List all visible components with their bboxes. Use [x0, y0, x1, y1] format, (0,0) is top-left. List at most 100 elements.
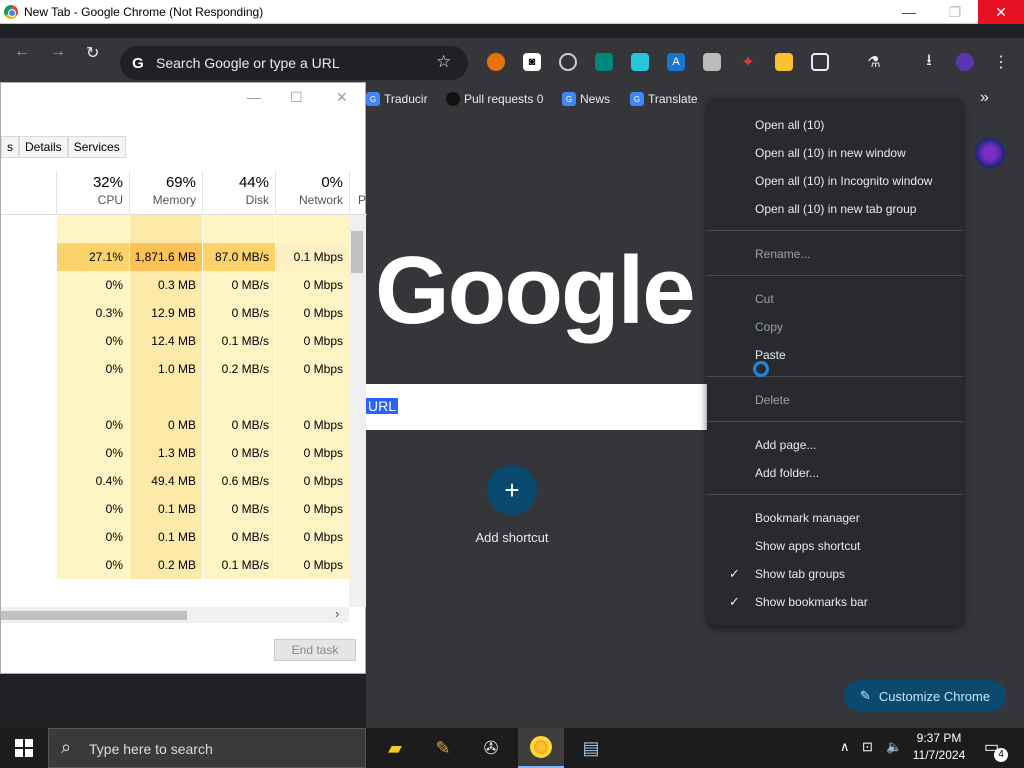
menu-show-tab-groups[interactable]: Show tab groups: [755, 567, 845, 581]
extension-icon[interactable]: [631, 53, 649, 71]
vertical-scrollbar[interactable]: [349, 215, 366, 607]
column-network[interactable]: 0% Network: [275, 171, 349, 215]
labs-flask-icon[interactable]: ⚗: [865, 53, 883, 71]
file-explorer-icon[interactable]: ▰: [372, 728, 418, 768]
menu-add-page[interactable]: Add page...: [755, 438, 816, 452]
menu-open-all[interactable]: Open all (10): [755, 118, 824, 132]
horizontal-scroll-thumb[interactable]: [1, 611, 187, 620]
bookmark-item[interactable]: Pull requests 0: [446, 92, 543, 106]
column-memory[interactable]: 69% Memory: [129, 171, 202, 215]
extension-icon[interactable]: ✦: [739, 53, 757, 71]
table-row[interactable]: 0% 0.2 MB 0.1 MB/s 0 Mbps: [1, 551, 349, 579]
volume-icon[interactable]: 🔈: [886, 739, 902, 755]
extension-icon[interactable]: A: [667, 53, 685, 71]
extensions-puzzle-icon[interactable]: [811, 53, 829, 71]
table-row[interactable]: 0.3% 12.9 MB 0 MB/s 0 Mbps: [1, 299, 349, 327]
table-row[interactable]: 0% 12.4 MB 0.1 MB/s 0 Mbps: [1, 327, 349, 355]
minimize-button[interactable]: —: [886, 0, 932, 24]
profile-avatar[interactable]: [975, 138, 1005, 168]
menu-open-all-tab-group[interactable]: Open all (10) in new tab group: [755, 202, 916, 216]
omnibox[interactable]: G Search Google or type a URL ☆: [120, 46, 468, 80]
menu-delete[interactable]: Delete: [755, 393, 790, 407]
extension-icon[interactable]: [487, 53, 505, 71]
profile-avatar[interactable]: [956, 53, 974, 71]
task-manager-taskbar-icon[interactable]: ▤: [568, 728, 614, 768]
menu-add-folder[interactable]: Add folder...: [755, 466, 819, 480]
tray-chevron-icon[interactable]: ∧: [840, 739, 850, 755]
extension-icon[interactable]: [703, 53, 721, 71]
cell-disk: 0 MB/s: [202, 523, 275, 551]
column-power[interactable]: P: [349, 171, 367, 215]
google-logo: Google: [375, 237, 696, 344]
menu-paste[interactable]: Paste: [755, 348, 786, 362]
menu-cut[interactable]: Cut: [755, 292, 774, 306]
bookmark-item[interactable]: G Traducir: [366, 92, 428, 106]
tm-close-button[interactable]: ✕: [336, 89, 348, 106]
taskbar-search[interactable]: ⌕ Type here to search: [48, 728, 366, 768]
bookmarks-overflow-button[interactable]: »: [980, 89, 989, 107]
menu-open-all-new-window[interactable]: Open all (10) in new window: [755, 146, 906, 160]
bookmark-label: Pull requests 0: [464, 92, 544, 106]
cell-disk: [202, 383, 275, 411]
clock[interactable]: 9:37 PM 11/7/2024: [908, 731, 970, 762]
vertical-scroll-thumb[interactable]: [351, 231, 363, 273]
tm-column-header: 32% CPU 69% Memory 44% Disk 0% Network P: [1, 171, 367, 215]
cell-network: [275, 215, 349, 243]
table-row[interactable]: 0% 0.1 MB 0 MB/s 0 Mbps: [1, 523, 349, 551]
network-icon[interactable]: ⊡: [862, 739, 873, 755]
chrome-taskbar-icon[interactable]: [518, 728, 564, 768]
back-button[interactable]: ←: [14, 43, 30, 61]
extension-icon[interactable]: [595, 53, 613, 71]
bookmark-star-icon[interactable]: ☆: [436, 52, 451, 72]
cell-disk: 0 MB/s: [202, 271, 275, 299]
bookmark-item[interactable]: G Translate: [630, 92, 698, 106]
scroll-right-button[interactable]: ›: [335, 606, 339, 621]
tm-maximize-button[interactable]: ☐: [290, 89, 303, 106]
tm-tabs: s Details Services: [1, 136, 126, 158]
github-icon: [446, 92, 460, 106]
add-shortcut-button[interactable]: +: [487, 465, 537, 515]
column-disk[interactable]: 44% Disk: [202, 171, 275, 215]
column-cpu[interactable]: 32% CPU: [56, 171, 129, 215]
cell-memory: [129, 215, 202, 243]
menu-show-bookmarks-bar[interactable]: Show bookmarks bar: [755, 595, 868, 609]
maximize-button[interactable]: ❐: [932, 0, 978, 24]
table-row[interactable]: 0.4% 49.4 MB 0.6 MB/s 0 Mbps: [1, 467, 349, 495]
tab-users[interactable]: s: [1, 136, 19, 158]
news-icon: G: [562, 92, 576, 106]
menu-bookmark-manager[interactable]: Bookmark manager: [755, 511, 860, 525]
group-header-row[interactable]: [1, 215, 349, 243]
media-icon[interactable]: ✇: [468, 728, 514, 768]
chrome-menu-icon[interactable]: ⋮: [992, 53, 1010, 71]
customize-chrome-label: Customize Chrome: [878, 688, 991, 704]
tm-minimize-button[interactable]: —: [247, 89, 261, 105]
tab-details[interactable]: Details: [19, 136, 68, 158]
table-row[interactable]: 0% 0.3 MB 0 MB/s 0 Mbps: [1, 271, 349, 299]
end-task-button[interactable]: End task: [274, 639, 356, 661]
search-box[interactable]: URL: [366, 384, 710, 430]
extension-icon[interactable]: [775, 53, 793, 71]
reload-button[interactable]: ↻: [86, 43, 99, 63]
menu-rename[interactable]: Rename...: [755, 247, 810, 261]
menu-open-all-incognito[interactable]: Open all (10) in Incognito window: [755, 174, 932, 188]
extension-icon[interactable]: [559, 53, 577, 71]
menu-copy[interactable]: Copy: [755, 320, 783, 334]
menu-show-apps-shortcut[interactable]: Show apps shortcut: [755, 539, 860, 553]
cell-memory: 1,871.6 MB: [129, 243, 202, 271]
forward-button[interactable]: →: [50, 43, 66, 61]
table-row[interactable]: 27.1% 1,871.6 MB 87.0 MB/s 0.1 Mbps: [1, 243, 349, 271]
cell-cpu: [56, 383, 129, 411]
table-row[interactable]: 0% 0.1 MB 0 MB/s 0 Mbps: [1, 495, 349, 523]
table-row[interactable]: 0% 0 MB 0 MB/s 0 Mbps: [1, 411, 349, 439]
group-header-row[interactable]: [1, 383, 349, 411]
tab-services[interactable]: Services: [67, 136, 126, 158]
close-button[interactable]: ✕: [978, 0, 1024, 24]
bookmark-item[interactable]: G News: [562, 92, 610, 106]
extension-icon[interactable]: ◙: [523, 53, 541, 71]
table-row[interactable]: 0% 1.0 MB 0.2 MB/s 0 Mbps: [1, 355, 349, 383]
customize-chrome-button[interactable]: ✎ Customize Chrome: [844, 680, 1006, 712]
table-row[interactable]: 0% 1.3 MB 0 MB/s 0 Mbps: [1, 439, 349, 467]
app-icon[interactable]: ✎: [420, 728, 466, 768]
download-icon[interactable]: ⭳: [920, 52, 938, 71]
start-button[interactable]: [0, 728, 48, 768]
